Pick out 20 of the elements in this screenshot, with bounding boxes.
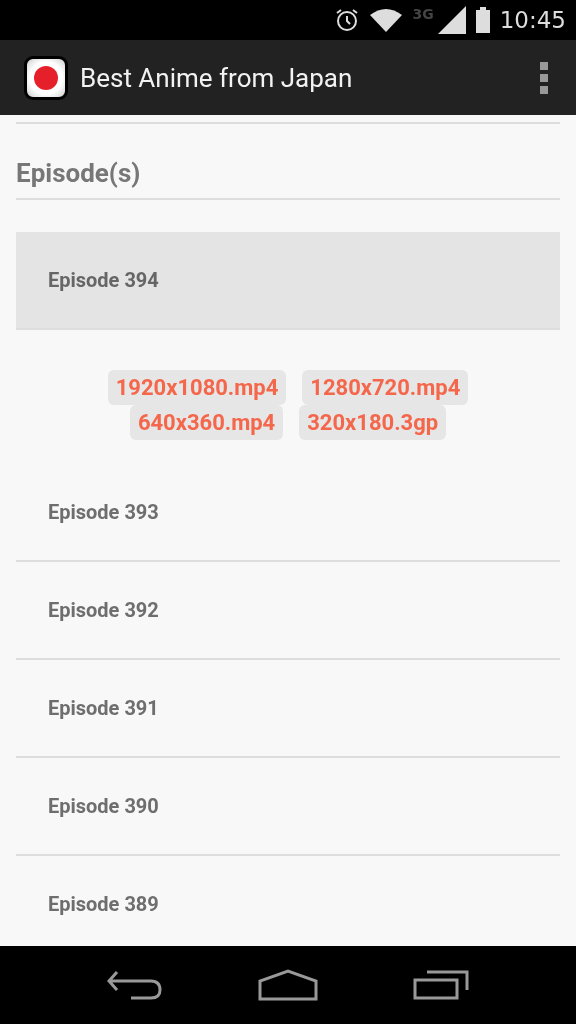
wifi-icon: [370, 8, 403, 32]
app-logo-icon: [24, 55, 68, 100]
download-format-button[interactable]: 1280x720.mp4: [302, 370, 469, 405]
episode-item[interactable]: Episode 392: [16, 562, 560, 660]
battery-icon: [475, 7, 490, 33]
signal-icon: [437, 6, 466, 34]
download-format-button[interactable]: 1920x1080.mp4: [107, 370, 287, 405]
recent-apps-icon[interactable]: [412, 970, 469, 1000]
home-icon[interactable]: [258, 969, 318, 1001]
network-type: 3G: [412, 6, 434, 22]
episode-item[interactable]: Episode 391: [16, 660, 560, 758]
back-icon[interactable]: [107, 970, 164, 1000]
section-header: Episode(s): [16, 124, 560, 200]
episode-item[interactable]: Episode 394: [16, 232, 560, 330]
app-title: Best Anime from Japan: [80, 62, 354, 93]
download-format-button[interactable]: 320x180.3gp: [299, 405, 447, 440]
episode-item[interactable]: Episode 390: [16, 758, 560, 856]
clock-time: 10:45: [499, 7, 566, 33]
download-format-button[interactable]: 640x360.mp4: [129, 405, 284, 440]
episode-item[interactable]: Episode 393: [16, 464, 560, 562]
